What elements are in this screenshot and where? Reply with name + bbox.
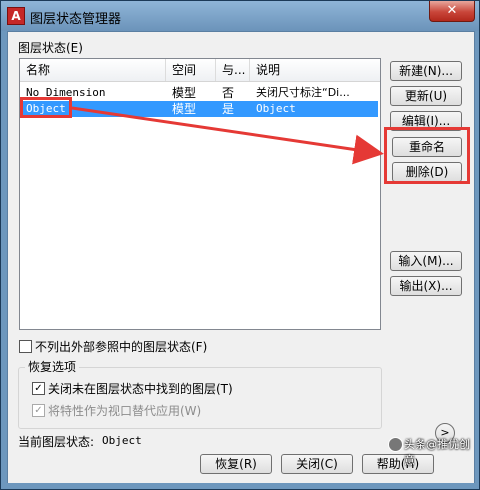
new-button[interactable]: 新建(N)... [390,61,462,81]
window-title: 图层状态管理器 [30,12,122,27]
column-same[interactable]: 与... [216,59,250,81]
table-row[interactable]: No Dimension 模型 否 关闭尺寸标注“Di... [20,85,378,101]
layer-states-label: 图层状态(E) [18,41,83,55]
row-space: 模型 [172,102,197,116]
close-button[interactable]: 关闭(C) [281,454,353,474]
current-state-value: Object [102,434,142,447]
restore-options-title: 恢复选项 [25,358,80,375]
list-header: 名称 空间 与... 说明 [20,59,380,82]
export-button[interactable]: 输出(X)... [390,276,462,296]
apply-viewport-override-label: 将特性作为视口替代应用(W) [48,404,202,418]
layer-states-list[interactable]: 名称 空间 与... 说明 No Dimension 模型 否 关闭尺寸标注“D… [19,58,381,330]
title-bar: A 图层状态管理器 ✕ [1,1,479,31]
current-state-label: 当前图层状态: [18,435,95,449]
window-bottom-border [1,483,479,489]
turn-off-missing-layers-checkbox[interactable]: ✓ [32,382,45,395]
autocad-app-icon: A [7,7,25,25]
row-description: 关闭尺寸标注“Di... [256,86,350,99]
layer-state-manager-dialog: A 图层状态管理器 ✕ 图层状态(E) 名称 空间 与... 说明 No Dim… [0,0,480,490]
column-name[interactable]: 名称 [20,59,166,81]
turn-off-missing-layers-label: 关闭未在图层状态中找到的图层(T) [48,382,233,396]
import-button[interactable]: 输入(M)... [390,251,462,271]
close-window-button[interactable]: ✕ [429,1,475,22]
highlight-object-row [20,97,72,118]
exclude-xref-checkbox[interactable] [19,340,32,353]
exclude-xref-label: 不列出外部参照中的图层状态(F) [35,340,208,354]
dialog-body: 图层状态(E) 名称 空间 与... 说明 No Dimension 模型 否 … [7,31,475,484]
row-space: 模型 [172,86,197,100]
watermark-avatar-icon [388,437,403,452]
restore-button[interactable]: 恢复(R) [200,454,272,474]
row-description: Object [256,102,296,115]
update-button[interactable]: 更新(U) [390,86,462,106]
row-same: 否 [222,86,235,100]
row-same: 是 [222,102,235,116]
highlight-rename-delete [384,127,470,184]
restore-options-group [18,367,382,429]
apply-viewport-override-checkbox[interactable]: ✓ [32,404,45,417]
table-row-selected[interactable]: Object 模型 是 Object [20,101,378,117]
watermark: 头条@推优创意 [404,438,470,467]
column-description[interactable]: 说明 [250,59,380,81]
column-space[interactable]: 空间 [166,59,216,81]
